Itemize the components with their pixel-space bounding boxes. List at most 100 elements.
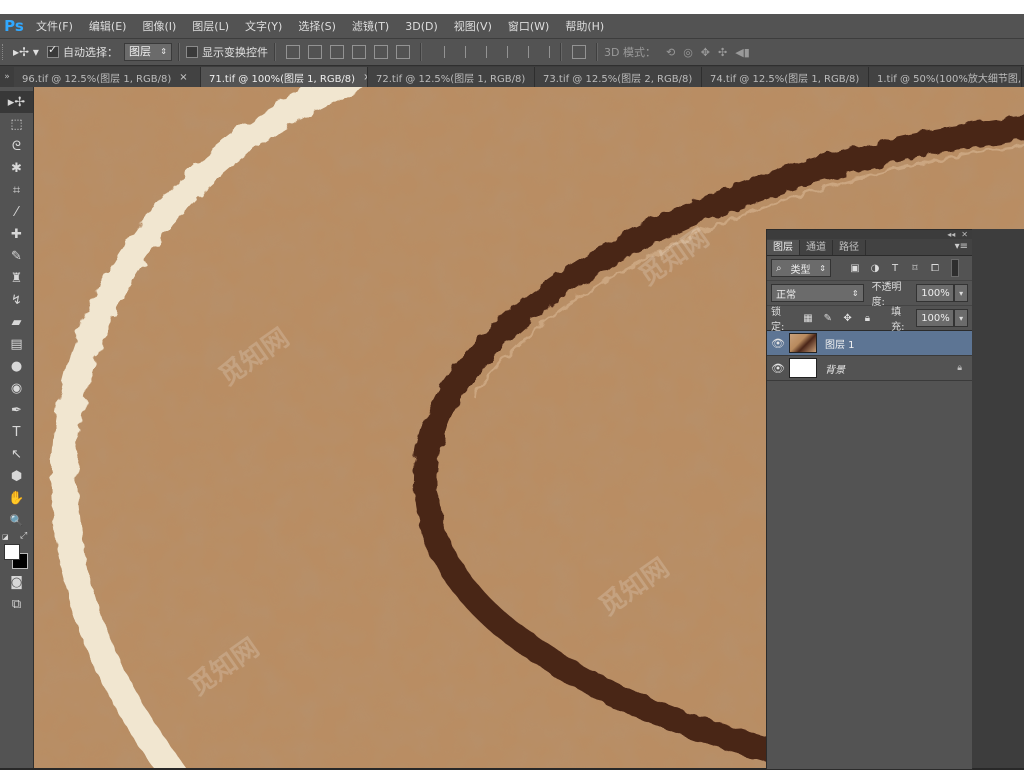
3d-slide-icon[interactable]: ✣ [718,46,727,59]
tool-eyedropper[interactable]: ⁄ [0,201,33,223]
default-colors-icon[interactable]: ◪ [2,533,9,541]
visibility-eye-icon[interactable]: 👁︎ [767,337,789,350]
menu-help[interactable]: 帮助(H) [557,18,612,34]
tool-eraser[interactable]: ▰ [0,311,33,333]
tool-gradient[interactable]: ▤ [0,333,33,355]
menu-filter[interactable]: 滤镜(T) [344,18,397,34]
filter-smart-object-icon[interactable]: ⧠ [930,263,940,274]
tool-marquee[interactable]: ⬚ [0,113,33,135]
distribute-right-icon[interactable] [537,46,550,58]
align-right-icon[interactable] [396,45,410,59]
tool-crop[interactable]: ⌗ [0,179,33,201]
doc-tab[interactable]: 73.tif @ 12.5%(图层 2, RGB/8) × [535,67,702,87]
distribute-left-icon[interactable] [495,46,508,58]
opacity-dropdown-icon[interactable]: ▾ [954,284,968,302]
filter-toggle-switch[interactable] [951,259,959,277]
swap-colors-icon[interactable]: ⤢ [20,531,27,541]
tab-layers[interactable]: 图层 [767,240,800,255]
layer-thumbnail [789,358,817,378]
distribute-bottom-icon[interactable] [474,46,487,58]
align-bottom-icon[interactable] [330,45,344,59]
tool-lasso[interactable]: ᘓ [0,135,33,157]
auto-align-icon[interactable] [572,45,586,59]
doc-tab[interactable]: 96.tif @ 12.5%(图层 1, RGB/8) × [14,67,201,87]
tool-brush[interactable]: ✎ [0,245,33,267]
layer-row[interactable]: 👁︎ 背景 🔒︎ [767,356,972,381]
quick-mask-icon: ◙ [10,574,23,590]
foreground-color-swatch[interactable] [4,544,20,560]
show-transform-checkbox[interactable]: 显示变换控件 [186,44,268,60]
3d-rotate-icon[interactable]: ⟲ [666,46,675,59]
menu-image[interactable]: 图像(I) [134,18,184,34]
move-tool-preset[interactable]: ▸✢ ▾ [9,42,43,62]
menu-layer[interactable]: 图层(L) [184,18,237,34]
tool-magic-wand[interactable]: ✱ [0,157,33,179]
tool-move[interactable]: ▸✢ [0,91,33,113]
doc-tab-active[interactable]: 71.tif @ 100%(图层 1, RGB/8) × [201,67,368,87]
panel-collapse-icon[interactable]: » [0,67,14,87]
fill-dropdown-icon[interactable]: ▾ [954,309,968,327]
tool-healing-brush[interactable]: ✚ [0,223,33,245]
doc-tab[interactable]: 72.tif @ 12.5%(图层 1, RGB/8) × [368,67,535,87]
tool-quick-mask[interactable]: ◙ [0,571,33,593]
collapse-panel-icon[interactable]: ◂◂ [947,230,955,239]
3d-drag-icon[interactable]: ✥ [701,46,710,59]
tool-shape[interactable]: ⬢ [0,465,33,487]
lock-all-icon[interactable]: 🔒︎ [863,313,873,324]
tool-type[interactable]: T [0,421,33,443]
filter-shape-icon[interactable]: ⌑ [910,263,920,274]
doc-tab-label: 74.tif @ 12.5%(图层 1, RGB/8) [710,73,860,85]
color-swatches[interactable]: ◪ ⤢ [0,531,33,571]
options-grip[interactable] [2,44,9,60]
tab-paths[interactable]: 路径 [833,240,866,255]
filter-kind-dropdown[interactable]: ⌕ 类型 ⇕ [771,259,831,277]
filter-pixel-icon[interactable]: ▣ [850,263,860,274]
3d-scale-icon[interactable]: ◀▮ [735,46,750,59]
tool-blur[interactable]: ● [0,355,33,377]
screen-mode-icon: ⧉ [11,596,22,612]
menu-edit[interactable]: 编辑(E) [81,18,135,34]
menu-window[interactable]: 窗口(W) [500,18,557,34]
doc-tab[interactable]: 1.tif @ 50%(100%放大细节图, [869,67,1022,87]
close-icon[interactable]: × [179,72,187,83]
visibility-eye-icon[interactable]: 👁︎ [767,362,789,375]
menu-file[interactable]: 文件(F) [28,18,81,34]
distribute-top-icon[interactable] [432,46,445,58]
lock-position-icon[interactable]: ✥ [843,313,853,324]
3d-roll-icon[interactable]: ◎ [683,46,693,59]
menu-3d[interactable]: 3D(D) [397,20,446,33]
lock-transparent-icon[interactable]: ▦ [803,313,813,324]
tool-zoom[interactable]: 🔍 [0,509,33,531]
align-vcenter-icon[interactable] [308,45,322,59]
distribute-vcenter-icon[interactable] [453,46,466,58]
tab-channels[interactable]: 通道 [800,240,833,255]
auto-select-target-dropdown[interactable]: 图层 ⇕ [124,43,172,61]
tool-hand[interactable]: ✋ [0,487,33,509]
auto-select-checkbox[interactable]: 自动选择： [47,43,118,60]
fill-input[interactable]: 100% [916,309,955,327]
doc-tab[interactable]: 74.tif @ 12.5%(图层 1, RGB/8) × [702,67,869,87]
align-hcenter-icon[interactable] [374,45,388,59]
history-brush-icon: ↯ [11,292,22,308]
filter-type-icon[interactable]: T [890,263,900,274]
layer-row[interactable]: 👁︎ 图层 1 [767,331,972,356]
close-panel-icon[interactable]: ✕ [961,230,968,239]
menu-type[interactable]: 文字(Y) [237,18,290,34]
lock-fill-row: 锁定: ▦ ✎ ✥ 🔒︎ 填充: 100% ▾ [767,305,972,333]
panel-menu-icon[interactable]: ▾≡ [955,241,968,252]
lock-image-icon[interactable]: ✎ [823,313,833,324]
tool-screen-mode[interactable]: ⧉ [0,593,33,615]
menu-view[interactable]: 视图(V) [446,18,500,34]
blend-mode-dropdown[interactable]: 正常 ⇕ [771,284,864,302]
tool-dodge[interactable]: ◉ [0,377,33,399]
tool-pen[interactable]: ✒ [0,399,33,421]
opacity-input[interactable]: 100% [916,284,955,302]
tool-clone-stamp[interactable]: ♜ [0,267,33,289]
tool-history-brush[interactable]: ↯ [0,289,33,311]
align-top-icon[interactable] [286,45,300,59]
distribute-hcenter-icon[interactable] [516,46,529,58]
tool-path-select[interactable]: ↖ [0,443,33,465]
align-left-icon[interactable] [352,45,366,59]
filter-adjustment-icon[interactable]: ◑ [870,263,880,274]
menu-select[interactable]: 选择(S) [290,18,344,34]
